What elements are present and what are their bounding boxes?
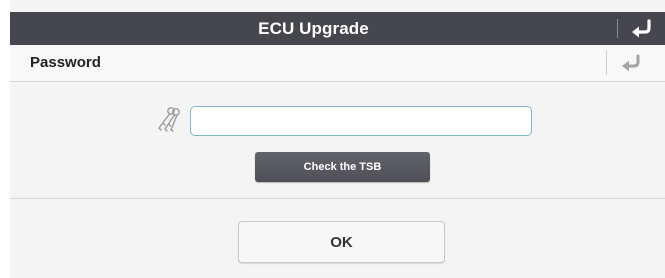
return-arrow-icon — [632, 19, 651, 38]
check-tsb-button[interactable]: Check the TSB — [255, 152, 430, 182]
title-bar-divider — [617, 19, 618, 38]
left-margin — [0, 0, 10, 278]
password-heading: Password — [30, 54, 101, 71]
password-header: Password — [10, 45, 665, 82]
ecu-upgrade-screen: ECU Upgrade Password Check the TSB OK — [0, 0, 665, 278]
ok-button[interactable]: OK — [238, 221, 445, 263]
footer-bar: OK — [10, 199, 665, 278]
window-title: ECU Upgrade — [258, 19, 369, 38]
password-back-button[interactable] — [618, 52, 646, 74]
password-header-divider — [606, 50, 607, 75]
title-bar: ECU Upgrade — [10, 12, 665, 45]
keys-icon — [152, 104, 182, 134]
return-arrow-icon — [622, 54, 640, 72]
title-back-button[interactable] — [627, 17, 657, 40]
password-form: Check the TSB — [10, 82, 665, 199]
password-input[interactable] — [190, 106, 532, 136]
